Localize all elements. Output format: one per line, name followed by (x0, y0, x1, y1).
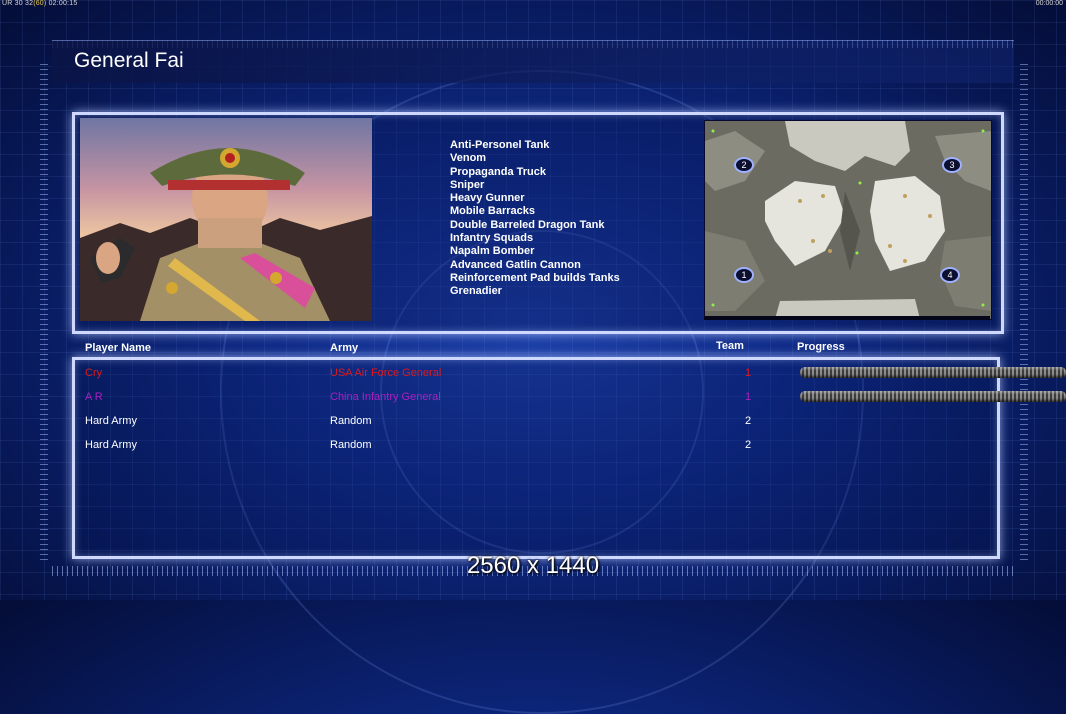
map-footer-strip (704, 316, 990, 320)
unit-item: Venom (450, 152, 487, 165)
header-team: Team (716, 340, 744, 352)
player-name: Hard Army (85, 415, 137, 427)
unit-item: Advanced Gatlin Cannon (450, 258, 581, 271)
title-bar (52, 40, 1014, 83)
progress-bar (800, 391, 1066, 402)
hud-stats-highlight: (60) (33, 0, 47, 7)
player-team: 2 (745, 439, 752, 451)
player-row[interactable]: Hard Army Random 2 (0, 415, 1066, 435)
unit-item: Grenadier (450, 285, 502, 298)
hud-stats-text: UR 30 32 (2, 0, 34, 7)
player-row[interactable]: Hard Army Random 2 (0, 439, 1066, 459)
player-team: 2 (745, 415, 752, 427)
player-army: Random (330, 415, 372, 427)
map-preview: 2 3 1 4 (704, 120, 992, 320)
header-progress: Progress (797, 341, 845, 353)
player-row[interactable]: A R China Infantry General 1 (0, 391, 1066, 411)
general-portrait-image (80, 118, 372, 321)
map-terrain (705, 121, 991, 319)
general-portrait (80, 118, 372, 321)
player-team: 1 (745, 391, 752, 403)
unit-item: Napalm Bomber (450, 245, 535, 258)
header-player-name: Player Name (85, 342, 152, 354)
player-army: China Infantry General (330, 391, 441, 403)
player-team: 1 (745, 367, 752, 379)
progress-bar (800, 367, 1066, 378)
unit-item: Anti-Personel Tank (450, 139, 550, 151)
unit-item: Mobile Barracks (450, 205, 535, 218)
player-name: Cry (85, 367, 103, 379)
unit-item: Sniper (450, 178, 485, 191)
header-army: Army (330, 342, 359, 354)
general-name: General Fai (74, 49, 184, 72)
hud-clock: 02:00:15 (48, 0, 78, 7)
hud-stats: UR 30 32(60) 02:00:15 (2, 0, 77, 7)
unit-item: Infantry Squads (450, 232, 534, 245)
unit-item: Heavy Gunner (450, 192, 525, 205)
player-army: Random (330, 439, 372, 451)
player-row[interactable]: Cry USA Air Force General 1 (0, 367, 1066, 387)
player-name: Hard Army (85, 439, 137, 451)
player-name: A R (85, 391, 103, 403)
ruler-left (40, 60, 48, 560)
start-position-2[interactable]: 2 (734, 157, 754, 173)
player-army: USA Air Force General (330, 367, 442, 379)
start-position-1[interactable]: 1 (734, 267, 754, 283)
unit-item: Propaganda Truck (450, 165, 546, 178)
unit-item: Reinforcement Pad builds Tanks (450, 271, 620, 284)
hud-timer: 00:00:00 (1035, 0, 1063, 7)
resolution-label: 2560 x 1440 (466, 552, 600, 579)
ruler-right (1020, 60, 1028, 560)
start-position-4[interactable]: 4 (940, 267, 960, 283)
unit-list: Anti-Personel Tank Venom Propaganda Truck S… (450, 139, 620, 299)
start-position-3[interactable]: 3 (942, 157, 962, 173)
unit-item: Double Barreled Dragon Tank (450, 218, 605, 231)
